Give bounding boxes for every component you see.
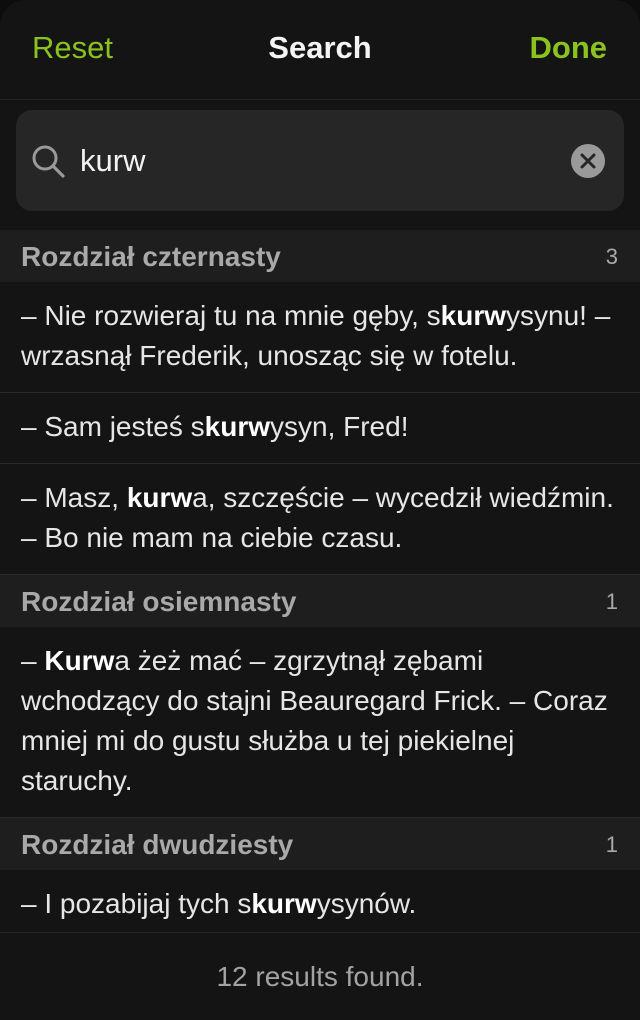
- clear-circle-icon[interactable]: [571, 144, 605, 178]
- result-match-highlight: kurw: [251, 888, 317, 919]
- section-count-badge: 1: [605, 589, 618, 614]
- section-header: Rozdział osiemnasty 1: [0, 575, 640, 627]
- result-text: – I pozabijaj tych s: [21, 888, 252, 919]
- result-text: – Nie rozwieraj tu na mnie gęby, s: [21, 300, 441, 331]
- section-header: Rozdział dwudziesty 1: [0, 818, 640, 870]
- section-title: Rozdział dwudziesty: [21, 829, 294, 860]
- results-count-label: 12 results found.: [216, 961, 424, 992]
- search-input[interactable]: [80, 138, 560, 184]
- search-result-row[interactable]: – Kurwa żeż mać – zgrzytnął zębami wchod…: [0, 627, 640, 818]
- results-footer: 12 results found.: [0, 932, 640, 1020]
- result-match-highlight: kurw: [126, 482, 193, 513]
- section-count-badge: 3: [605, 244, 618, 269]
- search-result-row[interactable]: – Sam jesteś skurwysyn, Fred!: [0, 393, 640, 464]
- search-result-row[interactable]: – Nie rozwieraj tu na mnie gęby, skurwys…: [0, 282, 640, 393]
- search-bar-container: [0, 100, 640, 218]
- result-match-highlight: kurw: [440, 300, 507, 331]
- search-sheet: Reset Search Done Rozdział czternasty 3 – …: [0, 0, 640, 1020]
- result-text: – Masz,: [21, 482, 127, 513]
- result-text: ysyn, Fred!: [270, 411, 409, 442]
- result-text: –: [21, 645, 45, 676]
- result-match-highlight: Kurw: [44, 645, 115, 676]
- nav-header: Reset Search Done: [0, 0, 640, 100]
- results-list: Rozdział czternasty 3 – Nie rozwieraj tu n…: [0, 230, 640, 941]
- section-title: Rozdział czternasty: [21, 241, 281, 272]
- magnifier-icon: [30, 143, 66, 179]
- search-result-row[interactable]: – I pozabijaj tych skurwysynów.: [0, 870, 640, 941]
- search-result-row[interactable]: – Masz, kurwa, szczęście – wycedził wied…: [0, 464, 640, 575]
- section-header: Rozdział czternasty 3: [0, 230, 640, 282]
- result-text: – Sam jesteś s: [21, 411, 205, 442]
- section-title: Rozdział osiemnasty: [21, 586, 297, 617]
- search-field[interactable]: [16, 110, 624, 211]
- result-text: ysynów.: [316, 888, 417, 919]
- done-button[interactable]: Done: [530, 30, 608, 66]
- result-match-highlight: kurw: [204, 411, 270, 442]
- section-count-badge: 1: [605, 832, 618, 857]
